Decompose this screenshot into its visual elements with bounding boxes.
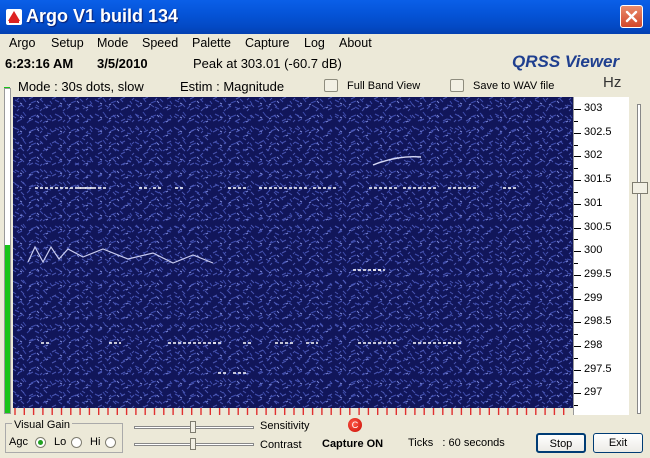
scale-tick: [574, 322, 581, 324]
scale-minor-tick: [574, 215, 578, 217]
visual-gain-label: Visual Gain: [12, 419, 73, 431]
scale-label: 301.5: [584, 173, 612, 186]
menu-log[interactable]: Log: [304, 36, 325, 50]
menu-bar: Argo Setup Mode Speed Palette Capture Lo…: [0, 34, 650, 53]
full-band-view-checkbox[interactable]: [324, 79, 338, 92]
menu-setup[interactable]: Setup: [51, 36, 84, 50]
peak-readout: Peak at 303.01 (-60.7 dB): [193, 56, 342, 71]
menu-capture[interactable]: Capture: [245, 36, 289, 50]
level-meter-fill: [5, 244, 10, 413]
title-bar: Argo V1 build 134: [0, 0, 650, 34]
argo-app-icon: [6, 9, 22, 25]
save-to-wav-checkbox[interactable]: [450, 79, 464, 92]
scale-tick: [574, 369, 581, 371]
scale-minor-tick: [574, 263, 578, 265]
hi-label: Hi: [90, 436, 101, 448]
mode-bar: Mode : 30s dots, slow Estim : Magnitude …: [0, 77, 650, 97]
scale-tick: [574, 251, 581, 253]
scale-tick: [574, 109, 581, 110]
lo-radio[interactable]: [71, 437, 82, 448]
scale-tick: [574, 180, 581, 182]
scale-tick: [574, 298, 581, 300]
scale-minor-tick: [574, 381, 578, 383]
scale-label: 301: [584, 196, 603, 209]
menu-about[interactable]: About: [339, 36, 372, 50]
window-title: Argo V1 build 134: [26, 6, 179, 26]
scale-label: 299.5: [584, 267, 612, 280]
scale-label: 297.5: [584, 362, 612, 375]
scale-minor-tick: [574, 405, 578, 407]
scale-tick: [574, 393, 581, 395]
agc-label: Agc: [9, 436, 28, 448]
waterfall-display[interactable]: [13, 97, 573, 408]
time-tick-marks: [14, 408, 565, 415]
lo-label: Lo: [54, 436, 67, 448]
frequency-unit: Hz: [603, 74, 622, 91]
estim-label: Estim : Magnitude: [180, 79, 285, 94]
mode-label: Mode : 30s dots, slow: [18, 79, 144, 94]
save-to-wav-label: Save to WAV file: [473, 80, 555, 92]
frequency-scale: 303 302.5 302 301.5 301 300.5 300 299.5 299 298.5…: [573, 97, 629, 415]
scale-minor-tick: [574, 286, 578, 288]
waterfall-noise: [13, 97, 573, 408]
scale-label: 297: [584, 386, 603, 399]
scale-tick: [574, 346, 581, 347]
scale-tick: [574, 274, 581, 276]
stop-button[interactable]: Stop: [536, 433, 586, 453]
scale-label: 300: [584, 244, 603, 257]
menu-argo[interactable]: Argo: [9, 36, 35, 50]
scale-minor-tick: [574, 310, 578, 312]
ticks-label: Ticks : 60 seconds: [408, 437, 505, 449]
full-band-view-label: Full Band View: [347, 80, 421, 92]
menu-speed[interactable]: Speed: [142, 36, 178, 50]
qrss-viewer-logo: QRSS Viewer: [512, 52, 620, 71]
scale-label: 302.5: [584, 125, 612, 138]
scale-label: 300.5: [584, 220, 612, 233]
contrast-label: Contrast: [260, 439, 302, 451]
menu-palette[interactable]: Palette: [192, 36, 231, 50]
scale-label: 303: [584, 102, 603, 114]
frequency-slider-track[interactable]: [637, 104, 641, 414]
agc-radio[interactable]: [35, 437, 46, 448]
clock-time: 6:23:16 AM: [5, 56, 74, 71]
capture-status-text: Capture ON: [322, 438, 384, 450]
scale-minor-tick: [574, 357, 578, 359]
scale-label: 298.5: [584, 315, 612, 328]
menu-mode[interactable]: Mode: [97, 36, 128, 50]
capture-status-icon: C: [348, 418, 362, 432]
scale-tick: [574, 156, 581, 158]
scale-tick: [574, 203, 581, 205]
scale-tick: [574, 227, 581, 229]
visual-gain-group: Visual Gain Agc Lo Hi: [5, 419, 123, 453]
scale-minor-tick: [574, 168, 578, 170]
current-date: 3/5/2010: [97, 56, 148, 71]
scale-minor-tick: [574, 120, 578, 122]
scale-minor-tick: [574, 144, 578, 146]
sensitivity-slider-thumb[interactable]: [190, 421, 196, 433]
close-button[interactable]: [620, 5, 643, 28]
close-icon: [625, 10, 638, 23]
sensitivity-label: Sensitivity: [260, 420, 310, 432]
scale-minor-tick: [574, 334, 578, 336]
exit-button[interactable]: Exit: [593, 433, 643, 453]
scale-label: 298: [584, 339, 603, 351]
frequency-slider-thumb[interactable]: [632, 182, 648, 194]
scale-label: 299: [584, 291, 603, 304]
scale-minor-tick: [574, 239, 578, 241]
scale-label: 302: [584, 149, 603, 162]
scale-minor-tick: [574, 191, 578, 193]
contrast-slider-thumb[interactable]: [190, 438, 196, 450]
level-meter: [4, 88, 11, 414]
scale-tick: [574, 132, 581, 134]
hi-radio[interactable]: [105, 437, 116, 448]
